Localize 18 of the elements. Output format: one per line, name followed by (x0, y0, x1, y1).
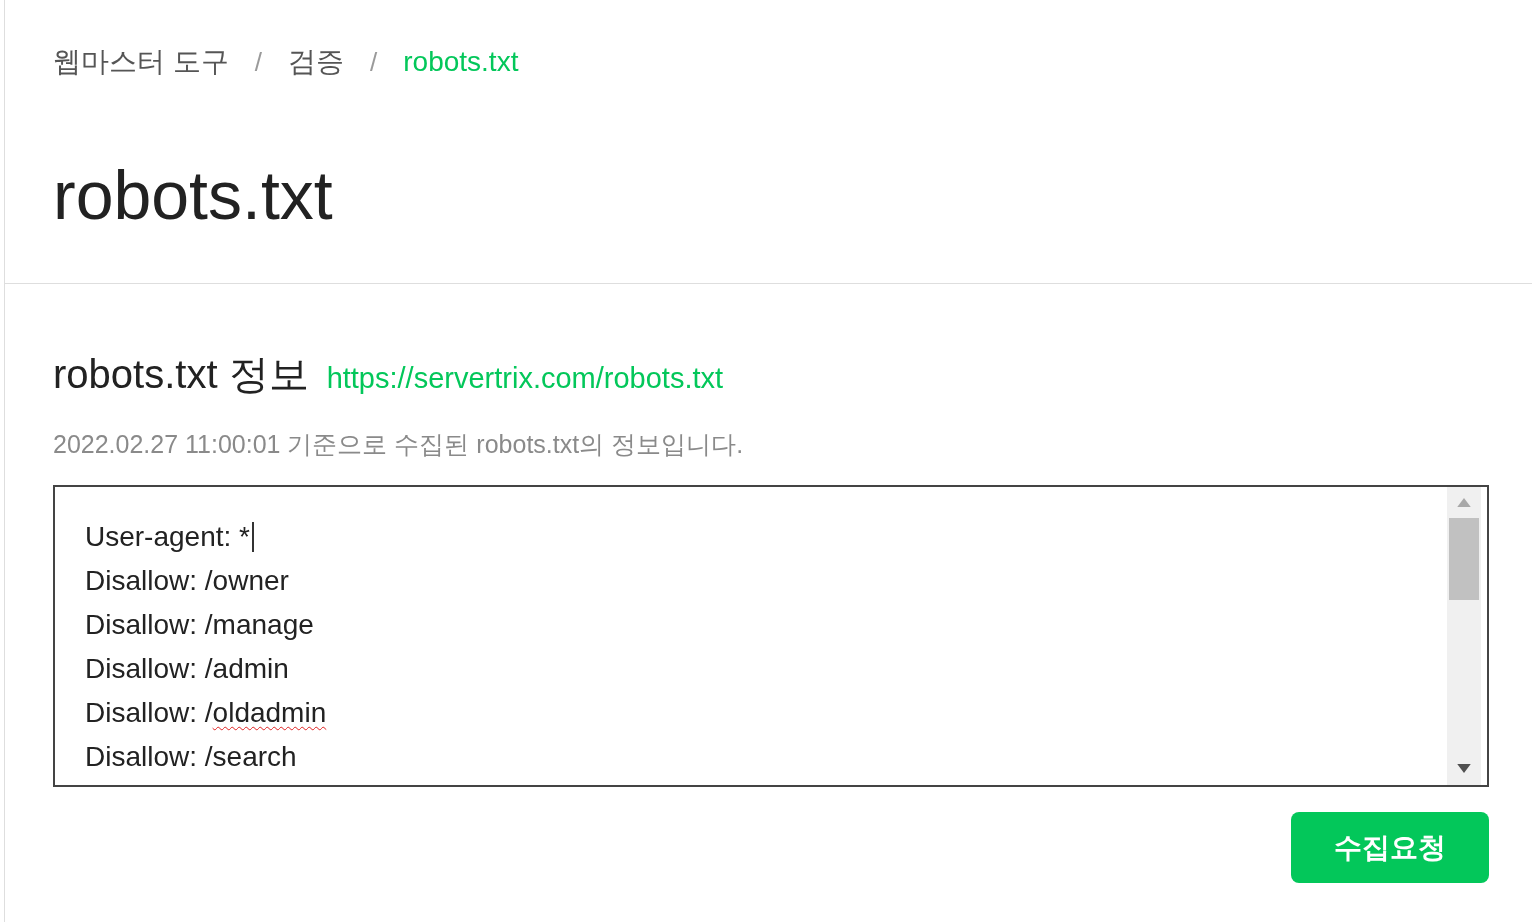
text-area[interactable]: User-agent: * Disallow: /owner Disallow: /manage Disallow: /admin Disallow: /oldadmin Disallow: /search (53, 485, 1489, 787)
scrollbar-thumb[interactable] (1449, 518, 1479, 600)
section-heading: robots.txt 정보 (53, 351, 309, 398)
page-title: robots.txt (53, 156, 334, 235)
info-note: 2022.02.27 11:00:01 기준으로 수집된 robots.txt의 정보입니다. (53, 429, 745, 460)
down-arrow-icon[interactable] (1457, 764, 1471, 773)
code-line: Disallow: /admin (85, 652, 289, 686)
scrollbar[interactable] (1447, 487, 1481, 785)
breadcrumb-link[interactable]: 검증 (288, 44, 344, 80)
code-line: Disallow: /oldadmin (85, 696, 327, 730)
breadcrumb-separator: / (370, 46, 378, 79)
code-line: Disallow: /owner (85, 564, 289, 598)
code-line: Disallow: /search (85, 740, 297, 774)
code-line: User-agent: * (85, 515, 254, 559)
code-line: Disallow: /manage (85, 608, 314, 642)
up-arrow-icon[interactable] (1457, 498, 1471, 507)
breadcrumb-separator: / (254, 46, 262, 79)
breadcrumb-link[interactable]: 웹마스터 도구 (53, 44, 229, 80)
